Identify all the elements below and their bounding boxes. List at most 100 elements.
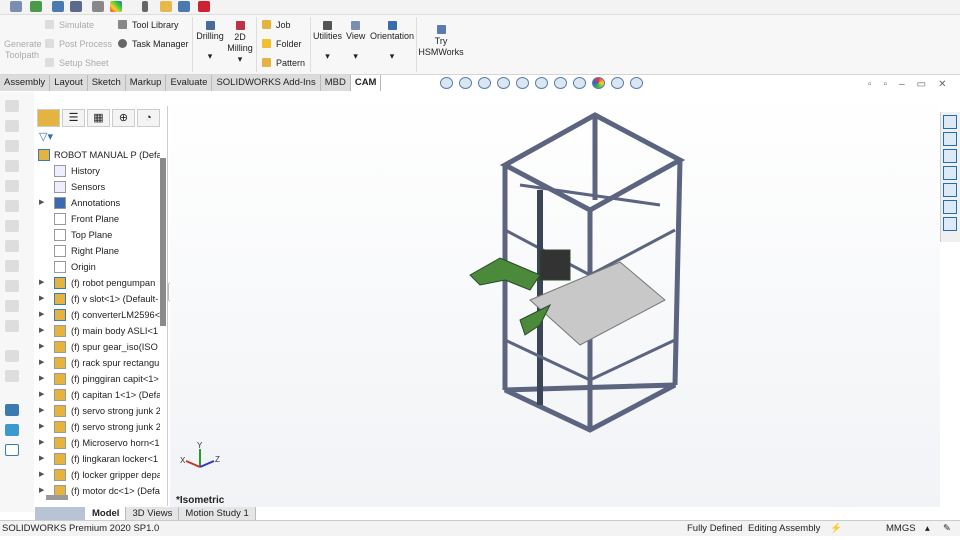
- expand-arrow-icon[interactable]: ▶: [39, 323, 44, 339]
- property-manager-tab-icon[interactable]: ☰: [62, 109, 85, 127]
- tab-nav-arrows[interactable]: [35, 507, 85, 520]
- tab-motion-study[interactable]: Motion Study 1: [179, 507, 256, 520]
- tree-hscrollbar[interactable]: [46, 495, 68, 500]
- display-settings-icon[interactable]: [630, 77, 643, 89]
- units-dropdown-icon[interactable]: ▴: [925, 521, 930, 537]
- utilities-button[interactable]: Utilities ▾: [313, 21, 342, 62]
- tab-model[interactable]: Model: [86, 507, 127, 520]
- tab-assembly[interactable]: Assembly: [0, 75, 51, 91]
- expand-arrow-icon[interactable]: ▶: [39, 403, 44, 419]
- tree-item[interactable]: Top Plane: [34, 227, 160, 243]
- tab-3d-views[interactable]: 3D Views: [126, 507, 180, 520]
- view-button[interactable]: View ▾: [346, 21, 365, 62]
- custom-properties-icon[interactable]: [943, 200, 957, 214]
- tree-item[interactable]: Sensors: [34, 179, 160, 195]
- display-style-icon[interactable]: [554, 77, 567, 89]
- expand-arrow-icon[interactable]: ▶: [39, 275, 44, 291]
- file-explorer-icon[interactable]: [943, 166, 957, 180]
- tool-library-button[interactable]: Tool Library: [118, 20, 179, 30]
- tab-evaluate[interactable]: Evaluate: [166, 75, 213, 91]
- tab-solidworks-add-ins[interactable]: SOLIDWORKS Add-Ins: [212, 75, 321, 91]
- folder-button[interactable]: Folder: [262, 39, 302, 49]
- tree-item[interactable]: ▶ (f) v slot<1> (Default-: [34, 291, 160, 307]
- resources-icon[interactable]: [943, 132, 957, 146]
- expand-arrow-icon[interactable]: ▶: [39, 451, 44, 467]
- expand-arrow-icon[interactable]: ▶: [39, 291, 44, 307]
- tree-item[interactable]: ▶ (f) rack spur rectangul: [34, 355, 160, 371]
- zoom-to-fit-icon[interactable]: [440, 77, 453, 89]
- tab-layout[interactable]: Layout: [50, 75, 88, 91]
- feature-tree-tab-icon[interactable]: [37, 109, 60, 127]
- section-view-icon[interactable]: [497, 77, 510, 89]
- tree-item[interactable]: ▶ (f) locker gripper depa: [34, 467, 160, 483]
- 2d-milling-button[interactable]: 2D Milling ▾: [226, 21, 254, 65]
- tree-item[interactable]: ▶ (f) robot pengumpan: [34, 275, 160, 291]
- expand-arrow-icon[interactable]: ▶: [39, 467, 44, 483]
- hide-show-icon[interactable]: [573, 77, 586, 89]
- customize-icon[interactable]: ✎: [943, 521, 951, 537]
- filter-icon[interactable]: ▽▾: [39, 130, 53, 143]
- post-process-button[interactable]: Post Process: [45, 39, 112, 49]
- forum-icon[interactable]: [943, 217, 957, 231]
- tab-sketch[interactable]: Sketch: [87, 75, 126, 91]
- check-icon[interactable]: [30, 1, 42, 12]
- tab-mbd[interactable]: MBD: [320, 75, 351, 91]
- gear-icon[interactable]: [70, 1, 82, 12]
- view-orientation-icon[interactable]: [535, 77, 548, 89]
- generate-toolpath-button[interactable]: Generate Toolpath: [4, 39, 42, 61]
- tree-item[interactable]: ▶ (f) main body ASLI<1: [34, 323, 160, 339]
- edit-appearance-icon[interactable]: [592, 77, 605, 89]
- tree-item[interactable]: History: [34, 163, 160, 179]
- pattern-button[interactable]: Pattern: [262, 58, 305, 68]
- window-controls[interactable]: ▫▫–▭✕: [868, 79, 958, 90]
- task-manager-button[interactable]: Task Manager: [118, 39, 189, 49]
- tree-item[interactable]: ▶ (f) converterLM2596<: [34, 307, 160, 323]
- tab-markup[interactable]: Markup: [125, 75, 167, 91]
- dynamic-annotation-icon[interactable]: [516, 77, 529, 89]
- rebuild-status-icon[interactable]: ⚡: [830, 521, 842, 537]
- dimxpert-tab-icon[interactable]: ⊕: [112, 109, 135, 127]
- unit-system[interactable]: MMGS: [886, 521, 916, 537]
- tree-item[interactable]: ▶ (f) lingkaran locker<1: [34, 451, 160, 467]
- zoom-area-icon[interactable]: [459, 77, 472, 89]
- scene-icon[interactable]: [611, 77, 624, 89]
- appearance-icon[interactable]: [110, 1, 122, 12]
- appearances-icon[interactable]: [943, 183, 957, 197]
- expand-arrow-icon[interactable]: ▶: [39, 307, 44, 323]
- design-library-icon[interactable]: [943, 149, 957, 163]
- tree-item[interactable]: ▶ (f) Microservo horn<1: [34, 435, 160, 451]
- orientation-button[interactable]: Orientation ▾: [370, 21, 414, 62]
- tools-icon[interactable]: [52, 1, 64, 12]
- home-icon[interactable]: [943, 115, 957, 129]
- configuration-tab-icon[interactable]: ▦: [87, 109, 110, 127]
- expand-arrow-icon[interactable]: ▶: [39, 355, 44, 371]
- tree-item[interactable]: ▶ (f) servo strong junk 2: [34, 403, 160, 419]
- file-icon[interactable]: [92, 1, 104, 12]
- expand-arrow-icon[interactable]: ▶: [39, 483, 44, 499]
- previous-view-icon[interactable]: [478, 77, 491, 89]
- tree-scrollbar[interactable]: [160, 158, 166, 326]
- expand-arrow-icon[interactable]: ▶: [39, 195, 44, 211]
- display-tab-icon[interactable]: ◔: [137, 109, 160, 127]
- graphics-area[interactable]: X Y Z *Isometric: [170, 92, 940, 507]
- try-hsmworks-button[interactable]: Try HSMWorks: [418, 25, 464, 58]
- tab-cam[interactable]: CAM: [350, 75, 382, 91]
- expand-arrow-icon[interactable]: ▶: [39, 339, 44, 355]
- drilling-button[interactable]: Drilling ▾: [196, 21, 224, 62]
- solidworks-icon[interactable]: [198, 1, 210, 12]
- tree-item[interactable]: Right Plane: [34, 243, 160, 259]
- params-icon[interactable]: [178, 1, 190, 12]
- tree-item[interactable]: ▶ (f) servo strong junk 2: [34, 419, 160, 435]
- settings-icon[interactable]: [160, 1, 172, 12]
- setup-sheet-button[interactable]: Setup Sheet: [45, 58, 109, 68]
- tree-root[interactable]: ROBOT MANUAL P (Defa: [34, 147, 160, 163]
- tree-item[interactable]: ▶ (f) spur gear_iso(ISO -: [34, 339, 160, 355]
- expand-arrow-icon[interactable]: ▶: [39, 435, 44, 451]
- tree-item[interactable]: Origin: [34, 259, 160, 275]
- simulate-button[interactable]: Simulate: [45, 20, 94, 30]
- expand-arrow-icon[interactable]: ▶: [39, 371, 44, 387]
- job-button[interactable]: Job: [262, 20, 291, 30]
- expand-arrow-icon[interactable]: ▶: [39, 419, 44, 435]
- rebuild-icon[interactable]: [10, 1, 22, 12]
- expand-arrow-icon[interactable]: ▶: [39, 387, 44, 403]
